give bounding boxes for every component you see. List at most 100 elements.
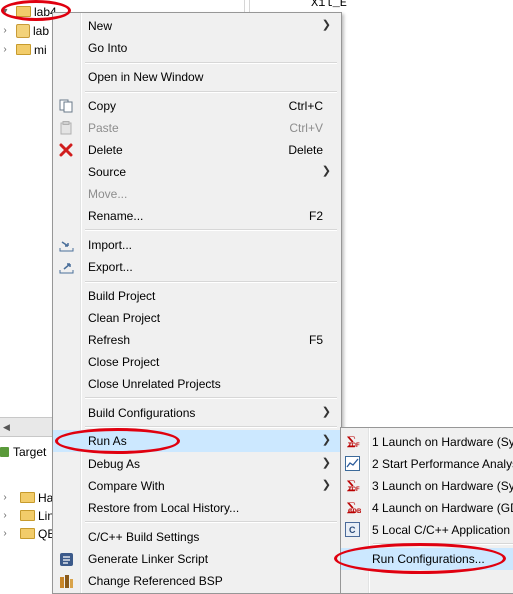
- bsp-icon: [58, 573, 74, 589]
- menu-item-move[interactable]: Move...: [53, 183, 341, 205]
- menu-label: 1 Launch on Hardware (Sys: [372, 435, 513, 449]
- menu-item-generate-linker[interactable]: Generate Linker Script: [53, 548, 341, 570]
- tree-item-lab[interactable]: › lab: [0, 21, 49, 40]
- menu-item-export[interactable]: Export...: [53, 256, 341, 278]
- submenu-arrow-icon: ❯: [321, 165, 331, 177]
- menu-label: New: [88, 19, 113, 33]
- tree-item-mi[interactable]: › mi: [0, 40, 47, 59]
- submenu-item-local-app[interactable]: C 5 Local C/C++ Application: [341, 519, 513, 541]
- menu-label: Refresh: [88, 333, 131, 347]
- expand-icon[interactable]: ›: [0, 492, 10, 503]
- menu-item-close-unrelated[interactable]: Close Unrelated Projects: [53, 373, 341, 395]
- menu-label: Generate Linker Script: [88, 552, 209, 566]
- tree-item-lin[interactable]: › Lin: [0, 506, 54, 525]
- menu-item-paste[interactable]: Paste Ctrl+V: [53, 117, 341, 139]
- open-folder-icon: [16, 6, 31, 17]
- folder-icon: [20, 510, 35, 521]
- editor-text: Xil_E: [311, 0, 348, 10]
- submenu-item-run-configurations[interactable]: Run Configurations...: [341, 548, 513, 570]
- run-as-submenu: ∑ TCF 1 Launch on Hardware (Sys 2 Start P…: [340, 427, 513, 594]
- menu-separator: [85, 397, 337, 399]
- menu-label: Build Project: [88, 289, 156, 303]
- tree-item-label: mi: [34, 42, 47, 57]
- menu-label: Copy: [88, 99, 117, 113]
- submenu-item-launch-hw-1[interactable]: ∑ TCF 1 Launch on Hardware (Sys: [341, 431, 513, 453]
- expand-icon[interactable]: ›: [0, 25, 10, 36]
- menu-item-rename[interactable]: Rename... F2: [53, 205, 341, 227]
- menu-label: Source: [88, 165, 127, 179]
- menu-label: Compare With: [88, 479, 165, 493]
- menu-shortcut: Delete: [288, 143, 323, 157]
- menu-item-new[interactable]: New ❯: [53, 15, 341, 37]
- gdb-launch-icon: ∑ GDB: [347, 500, 362, 515]
- project-icon: [16, 23, 30, 38]
- menu-item-import[interactable]: Import...: [53, 234, 341, 256]
- menu-label: C/C++ Build Settings: [88, 530, 200, 544]
- import-icon: [58, 237, 74, 253]
- menu-label: Rename...: [88, 209, 144, 223]
- menu-item-restore-history[interactable]: Restore from Local History...: [53, 497, 341, 519]
- menu-separator: [85, 426, 337, 428]
- menu-item-build-project[interactable]: Build Project: [53, 285, 341, 307]
- svg-text:C: C: [349, 525, 356, 535]
- tree-item-qe[interactable]: › QE: [0, 524, 55, 543]
- submenu-arrow-icon: ❯: [321, 457, 331, 469]
- submenu-arrow-icon: ❯: [321, 479, 331, 491]
- menu-label: Change Referenced BSP: [88, 574, 223, 588]
- menu-shortcut: F5: [308, 333, 323, 347]
- menu-item-debug-as[interactable]: Debug As ❯: [53, 453, 341, 475]
- menu-item-build-settings[interactable]: C/C++ Build Settings: [53, 526, 341, 548]
- menu-shortcut: F2: [308, 209, 323, 223]
- delete-icon: [58, 142, 74, 158]
- export-icon: [58, 259, 74, 275]
- paste-icon: [58, 120, 74, 136]
- context-menu: New ❯ Go Into Open in New Window Copy Ct…: [52, 12, 342, 594]
- expand-icon[interactable]: ›: [0, 44, 10, 55]
- menu-separator: [85, 91, 337, 93]
- menu-shortcut: Ctrl+V: [289, 121, 323, 135]
- menu-item-clean-project[interactable]: Clean Project: [53, 307, 341, 329]
- menu-item-refresh[interactable]: Refresh F5: [53, 329, 341, 351]
- folder-icon: [20, 492, 35, 503]
- submenu-item-performance[interactable]: 2 Start Performance Analys: [341, 453, 513, 475]
- menu-separator: [373, 543, 513, 545]
- collapse-icon[interactable]: ▾: [0, 6, 10, 17]
- menu-label: Run Configurations...: [372, 552, 485, 566]
- menu-item-change-bsp[interactable]: Change Referenced BSP: [53, 570, 341, 592]
- menu-separator: [85, 229, 337, 231]
- menu-item-source[interactable]: Source ❯: [53, 161, 341, 183]
- c-app-icon: C: [345, 522, 361, 538]
- linker-script-icon: [58, 551, 74, 567]
- submenu-arrow-icon: ❯: [321, 434, 331, 446]
- menu-item-compare-with[interactable]: Compare With ❯: [53, 475, 341, 497]
- menu-label: 3 Launch on Hardware (Sys: [372, 479, 513, 493]
- menu-item-delete[interactable]: Delete Delete: [53, 139, 341, 161]
- copy-icon: [58, 98, 74, 114]
- menu-label: Close Unrelated Projects: [88, 377, 221, 391]
- menu-label: Clean Project: [88, 311, 161, 325]
- menu-separator: [85, 281, 337, 283]
- menu-label: Paste: [88, 121, 119, 135]
- menu-label: 4 Launch on Hardware (GD: [372, 501, 513, 515]
- tab-target[interactable]: Target: [0, 444, 46, 460]
- menu-item-run-as[interactable]: Run As ❯: [53, 430, 341, 452]
- menu-label: Move...: [88, 187, 128, 201]
- tree-item-ha[interactable]: › Ha: [0, 488, 53, 507]
- menu-label: Go Into: [88, 41, 128, 55]
- menu-item-copy[interactable]: Copy Ctrl+C: [53, 95, 341, 117]
- submenu-item-launch-hw-gdb[interactable]: ∑ GDB 4 Launch on Hardware (GD: [341, 497, 513, 519]
- tcf-launch-icon: ∑ TCF: [347, 434, 360, 449]
- menu-label: Close Project: [88, 355, 160, 369]
- expand-icon[interactable]: ›: [0, 510, 10, 521]
- menu-separator: [85, 521, 337, 523]
- expand-icon[interactable]: ›: [0, 528, 10, 539]
- menu-item-close-project[interactable]: Close Project: [53, 351, 341, 373]
- menu-item-open-new-window[interactable]: Open in New Window: [53, 66, 341, 88]
- submenu-item-launch-hw-3[interactable]: ∑ TCF 3 Launch on Hardware (Sys: [341, 475, 513, 497]
- menu-item-go-into[interactable]: Go Into: [53, 37, 341, 59]
- menu-label: Delete: [88, 143, 123, 157]
- menu-shortcut: Ctrl+C: [288, 99, 323, 113]
- tree-item-lab4[interactable]: ▾ lab4: [0, 2, 56, 21]
- menu-item-build-configurations[interactable]: Build Configurations ❯: [53, 402, 341, 424]
- scroll-left-icon[interactable]: ◀: [3, 422, 10, 433]
